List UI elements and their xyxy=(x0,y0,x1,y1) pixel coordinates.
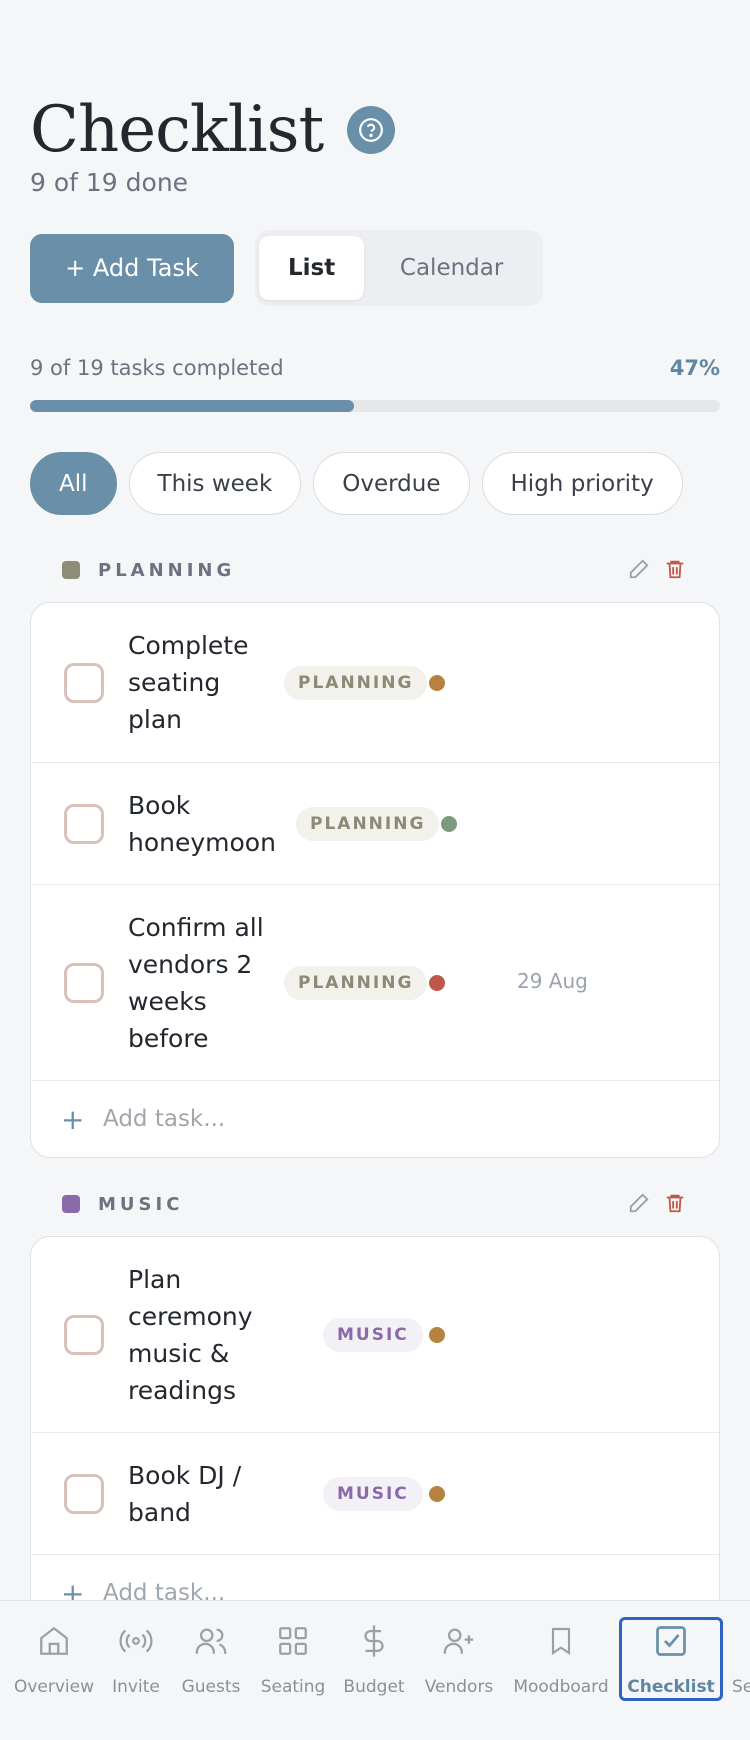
trash-icon[interactable] xyxy=(664,558,686,580)
task-tag: MUSIC xyxy=(323,1477,423,1511)
task-title: Book DJ / band xyxy=(128,1460,242,1527)
grid-icon xyxy=(276,1619,310,1663)
nav-invite[interactable]: Invite xyxy=(106,1619,166,1697)
task-title: Complete seating plan xyxy=(128,631,249,734)
progress-percent: 47% xyxy=(669,356,720,380)
task-checkbox[interactable] xyxy=(64,1474,104,1514)
filter-all[interactable]: All xyxy=(30,452,117,515)
task-checkbox[interactable] xyxy=(64,963,104,1003)
filter-high-priority[interactable]: High priority xyxy=(481,452,683,515)
view-toggle: List Calendar xyxy=(255,230,543,306)
dollar-icon xyxy=(357,1619,391,1663)
priority-dot xyxy=(429,1327,445,1343)
section-name: MUSIC xyxy=(98,1193,184,1215)
task-title: Confirm all vendors 2 weeks before xyxy=(128,912,264,1053)
priority-dot xyxy=(429,1486,445,1502)
task-tag: MUSIC xyxy=(323,1318,423,1352)
title-row: Checklist xyxy=(30,92,396,168)
add-task-button[interactable]: + Add Task xyxy=(30,233,234,303)
section-header: MUSIC xyxy=(30,1184,720,1224)
bottom-nav: Overview Invite Guests Seating Budget Ve… xyxy=(0,1600,750,1740)
nav-label: Budget xyxy=(343,1677,405,1697)
plus-icon: + xyxy=(61,1102,85,1136)
task-row[interactable]: Complete seating plan PLANNING xyxy=(31,603,719,763)
task-checkbox[interactable] xyxy=(64,663,104,703)
task-checkbox[interactable] xyxy=(64,1315,104,1355)
section-tools xyxy=(628,558,686,580)
section-music: MUSIC Plan ceremony music & readings MUS… xyxy=(30,1184,720,1632)
users-icon xyxy=(193,1619,229,1663)
task-row[interactable]: Book DJ / band MUSIC xyxy=(31,1433,719,1555)
task-tag: PLANNING xyxy=(284,666,428,700)
priority-dot xyxy=(429,975,445,991)
nav-label: Checklist xyxy=(627,1677,715,1697)
task-row[interactable]: Confirm all vendors 2 weeks before PLANN… xyxy=(31,885,719,1081)
view-list-button[interactable]: List xyxy=(259,236,365,300)
help-button[interactable] xyxy=(347,106,396,154)
bookmark-icon xyxy=(545,1619,577,1663)
page-title: Checklist xyxy=(30,93,324,167)
nav-vendors[interactable]: Vendors xyxy=(422,1619,496,1697)
actions-row: + Add Task List Calendar xyxy=(30,230,543,306)
progress-bar-fill xyxy=(30,400,355,412)
section-tools xyxy=(628,1192,686,1214)
nav-checklist[interactable]: Checklist xyxy=(625,1619,717,1697)
priority-dot xyxy=(441,816,457,832)
nav-seating[interactable]: Seating xyxy=(259,1619,327,1697)
question-icon xyxy=(359,118,384,142)
task-row[interactable]: Plan ceremony music & readings MUSIC xyxy=(31,1237,719,1433)
nav-label: Guests xyxy=(181,1677,241,1697)
nav-label: Overview xyxy=(13,1677,95,1697)
home-icon xyxy=(37,1619,71,1663)
progress-label: 9 of 19 tasks completed xyxy=(30,356,284,380)
task-tag: PLANNING xyxy=(296,807,440,841)
nav-overview[interactable]: Overview xyxy=(14,1619,94,1697)
section-planning: PLANNING Complete seating plan PLANNING … xyxy=(30,550,720,1158)
checklist-icon xyxy=(653,1619,689,1663)
priority-dot xyxy=(429,675,445,691)
due-date: 29 Aug xyxy=(517,969,588,993)
trash-icon[interactable] xyxy=(664,1192,686,1214)
task-row[interactable]: Book honeymoon PLANNING xyxy=(31,763,719,885)
pencil-icon[interactable] xyxy=(628,558,650,580)
broadcast-icon xyxy=(118,1619,154,1663)
task-title: Plan ceremony music & readings xyxy=(128,1264,253,1405)
user-plus-icon xyxy=(440,1619,478,1663)
task-tag: PLANNING xyxy=(284,966,428,1000)
pencil-icon[interactable] xyxy=(628,1192,650,1214)
add-task-placeholder: Add task... xyxy=(103,1106,226,1132)
nav-budget[interactable]: Budget xyxy=(342,1619,406,1697)
section-header: PLANNING xyxy=(30,550,720,590)
task-checkbox[interactable] xyxy=(64,804,104,844)
nav-moodboard[interactable]: Moodboard xyxy=(513,1619,609,1697)
progress-bar xyxy=(30,400,720,412)
section-name: PLANNING xyxy=(98,559,236,581)
section-color-dot xyxy=(62,1195,80,1213)
nav-guests[interactable]: Guests xyxy=(178,1619,244,1697)
filter-chips: All This week Overdue High priority xyxy=(30,452,683,515)
done-count: 9 of 19 done xyxy=(30,168,189,197)
nav-label: Invite xyxy=(112,1677,160,1697)
nav-label: Seating xyxy=(260,1677,326,1697)
task-card: Complete seating plan PLANNING Book hone… xyxy=(30,602,720,1158)
task-title: Book honeymoon xyxy=(128,790,276,857)
nav-label: Se xyxy=(732,1677,750,1697)
nav-label: Vendors xyxy=(424,1677,494,1697)
nav-label: Moodboard xyxy=(513,1677,609,1697)
filter-overdue[interactable]: Overdue xyxy=(313,452,470,515)
section-color-dot xyxy=(62,561,80,579)
view-calendar-button[interactable]: Calendar xyxy=(364,236,539,300)
add-task-row[interactable]: + Add task... xyxy=(31,1081,719,1157)
task-card: Plan ceremony music & readings MUSIC Boo… xyxy=(30,1236,720,1632)
nav-settings[interactable]: Se xyxy=(732,1619,750,1697)
filter-this-week[interactable]: This week xyxy=(128,452,302,515)
